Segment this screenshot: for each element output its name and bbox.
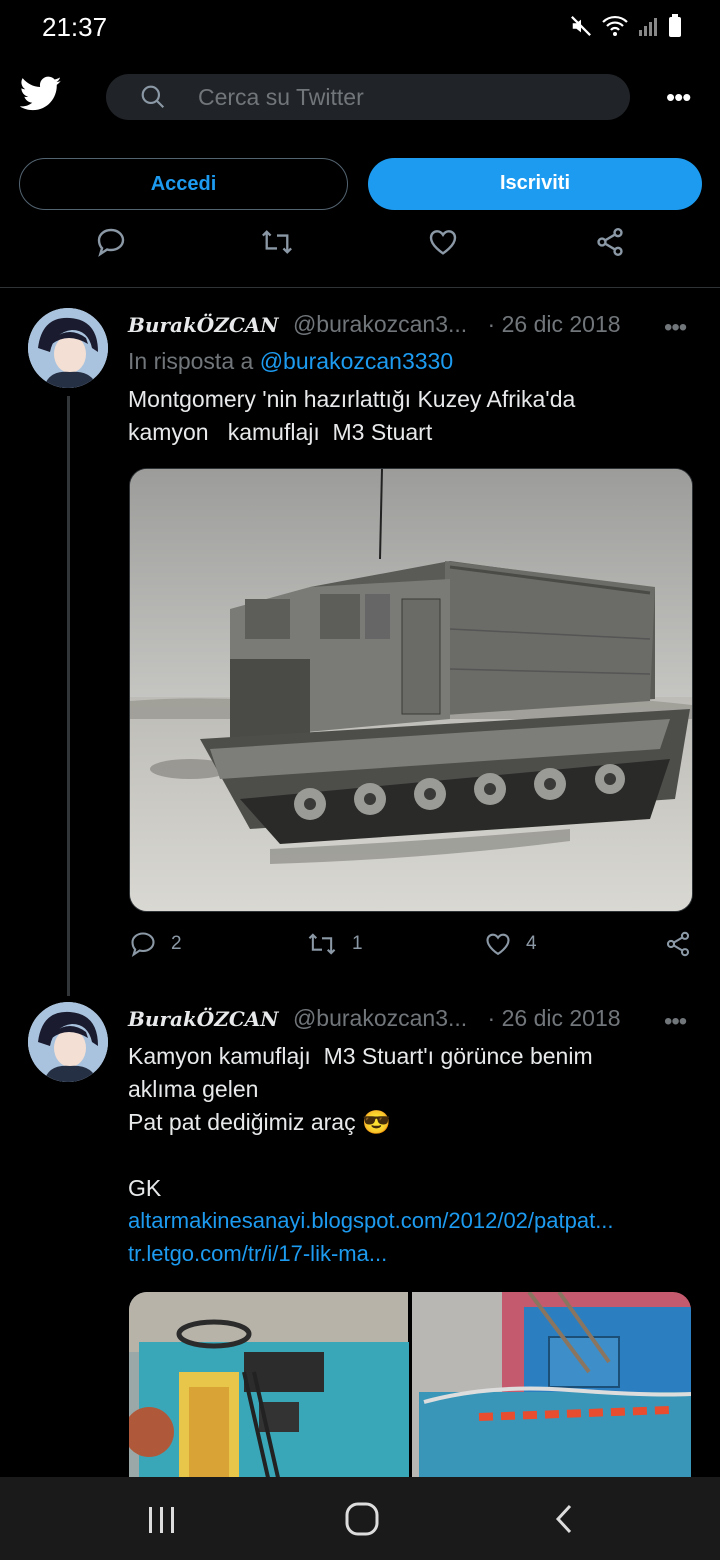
search-input[interactable]: Cerca su Twitter: [106, 74, 630, 120]
reply-icon: [131, 932, 155, 957]
divider: [0, 287, 720, 288]
retweet-icon: [262, 230, 292, 254]
vehicle-photo: [130, 469, 692, 911]
tweet-photo[interactable]: [129, 468, 693, 912]
share-button[interactable]: [664, 930, 692, 958]
like-button[interactable]: 4: [484, 930, 537, 958]
tweet-date[interactable]: · 26 dic 2018: [488, 1005, 621, 1031]
tweet-more-icon[interactable]: •••: [664, 1008, 687, 1036]
search-placeholder: Cerca su Twitter: [198, 84, 364, 110]
tweet-date[interactable]: · 26 dic 2018: [488, 311, 621, 337]
home-icon[interactable]: [344, 1501, 380, 1537]
handle[interactable]: @burakozcan3...: [293, 311, 467, 337]
retweet-button[interactable]: [259, 226, 295, 258]
status-icons: [570, 14, 682, 38]
avatar[interactable]: [28, 308, 108, 388]
share-icon: [666, 931, 690, 957]
signal-icon: [639, 18, 657, 36]
system-nav-bar: [0, 1477, 720, 1560]
twitter-logo-icon[interactable]: [20, 76, 62, 112]
tweet-photos[interactable]: [129, 1292, 691, 1482]
heart-icon: [486, 933, 510, 956]
avatar[interactable]: [28, 1002, 108, 1082]
thread-line: [67, 396, 70, 996]
heart-icon: [429, 230, 457, 255]
reply-count: 2: [171, 933, 182, 954]
search-icon: [141, 85, 165, 109]
prev-tweet-actions: [0, 226, 720, 266]
like-button[interactable]: [427, 226, 459, 258]
tweet-link[interactable]: altarmakinesanayi.blogspot.com/2012/02/p…: [128, 1208, 614, 1234]
recent-apps-icon[interactable]: [146, 1505, 178, 1535]
reply-prefix: In risposta a: [128, 348, 254, 374]
tweet-header: BurakÖZCAN @burakozcan3... · 26 dic 2018: [128, 311, 621, 338]
battery-icon: [669, 14, 681, 37]
tweet-actions: 2 1 4: [0, 930, 720, 970]
display-name[interactable]: BurakÖZCAN: [128, 1007, 279, 1031]
reply-button[interactable]: 2: [129, 930, 182, 958]
retweet-button[interactable]: 1: [306, 930, 363, 958]
signup-button[interactable]: Iscriviti: [368, 158, 702, 210]
reply-button[interactable]: [95, 226, 127, 258]
tweet-photo-grid: [129, 1292, 691, 1482]
display-name[interactable]: BurakÖZCAN: [128, 313, 279, 337]
tweet-header: BurakÖZCAN @burakozcan3... · 26 dic 2018: [128, 1005, 621, 1032]
wifi-icon: [602, 15, 628, 36]
reply-context: In risposta a @burakozcan3330: [128, 348, 453, 375]
more-options-icon[interactable]: •••: [666, 82, 691, 113]
mute-icon: [571, 16, 591, 36]
status-time: 21:37: [42, 12, 108, 42]
share-button[interactable]: [594, 226, 626, 258]
reply-handle-link[interactable]: @burakozcan3330: [260, 348, 453, 374]
back-icon[interactable]: [552, 1503, 576, 1535]
tweet-text: Montgomery 'nin hazırlattığı Kuzey Afrik…: [128, 386, 576, 445]
avatar-image: [28, 1002, 108, 1082]
handle[interactable]: @burakozcan3...: [293, 1005, 467, 1031]
top-bar: Cerca su Twitter •••: [0, 54, 720, 140]
retweet-count: 1: [352, 933, 363, 954]
tweet-link[interactable]: tr.letgo.com/tr/i/17-lik-ma...: [128, 1241, 387, 1267]
reply-icon: [97, 228, 125, 257]
like-count: 4: [526, 933, 537, 954]
share-icon: [597, 228, 623, 256]
retweet-icon: [308, 933, 336, 955]
tweet-more-icon[interactable]: •••: [664, 314, 687, 342]
tweet-text: Kamyon kamuflajı M3 Stuart'ı görünce ben…: [128, 1043, 593, 1201]
login-button[interactable]: Accedi: [19, 158, 348, 210]
avatar-image: [28, 308, 108, 388]
status-bar: 21:37: [0, 0, 720, 54]
